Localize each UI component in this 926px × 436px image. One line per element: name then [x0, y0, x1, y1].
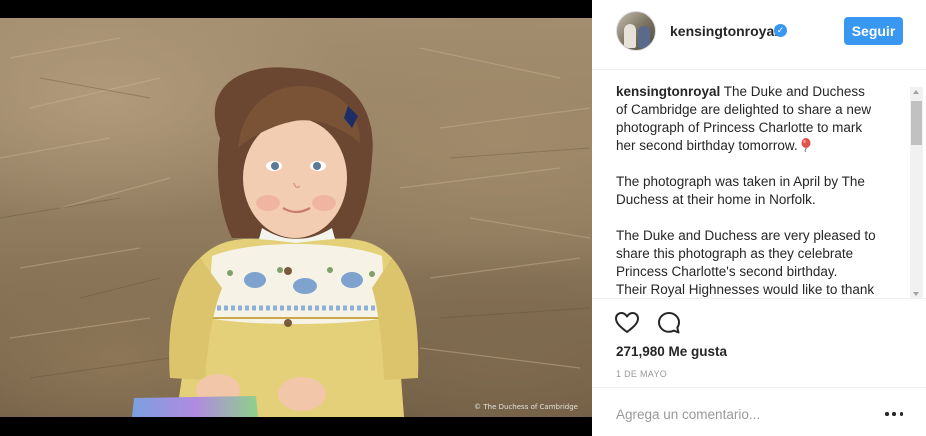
caption-username[interactable]: kensingtonroyal: [616, 84, 720, 99]
photo-credit: © The Duchess of Cambridge: [474, 403, 578, 411]
likes-count[interactable]: 271,980 Me gusta: [616, 344, 727, 359]
caption-paragraph: kensingtonroyal The Duke and Duchess of …: [616, 83, 878, 155]
caption-scrollbar[interactable]: [910, 87, 923, 298]
caption-paragraph: The Duke and Duchess are very pleased to…: [616, 228, 876, 279]
comment-input[interactable]: Agrega un comentario...: [616, 407, 760, 422]
caption: kensingtonroyal The Duke and Duchess of …: [616, 83, 878, 298]
username-link[interactable]: kensingtonroyal: [670, 23, 778, 39]
dot: [885, 412, 889, 416]
caption-paragraph: The photograph was taken in April by The…: [616, 174, 865, 207]
dot: [899, 412, 903, 416]
post-sidebar: kensingtonroyal ✓ Seguir kensingtonroyal…: [592, 0, 926, 436]
dot: [892, 412, 896, 416]
avatar-figure: [638, 26, 650, 48]
follow-button[interactable]: Seguir: [844, 17, 903, 45]
scroll-up-arrow-icon[interactable]: [913, 90, 919, 94]
post-photo[interactable]: © The Duchess of Cambridge: [0, 18, 592, 417]
photo-panel: © The Duchess of Cambridge: [0, 0, 592, 436]
post-header: kensingtonroyal ✓ Seguir: [592, 0, 926, 70]
scrollbar-thumb[interactable]: [911, 101, 922, 145]
avatar[interactable]: [616, 11, 656, 51]
ellipsis-icon[interactable]: [885, 406, 903, 422]
action-bar: [614, 310, 682, 336]
balloon-icon: [801, 138, 811, 152]
verified-badge-icon: ✓: [774, 24, 787, 37]
instagram-post-modal: © The Duchess of Cambridge kensingtonroy…: [0, 0, 926, 436]
scroll-down-arrow-icon[interactable]: [913, 292, 919, 296]
caption-scroll-area[interactable]: kensingtonroyal The Duke and Duchess of …: [592, 71, 926, 299]
post-date[interactable]: 1 DE MAYO: [616, 369, 667, 379]
caption-paragraph: Their Royal Highnesses would like to tha…: [616, 282, 875, 297]
avatar-figure: [624, 24, 636, 48]
comment-section: Agrega un comentario...: [592, 387, 926, 436]
heart-icon[interactable]: [614, 310, 640, 336]
photo-illustration: [0, 37, 591, 417]
speech-bubble-icon[interactable]: [656, 310, 682, 336]
